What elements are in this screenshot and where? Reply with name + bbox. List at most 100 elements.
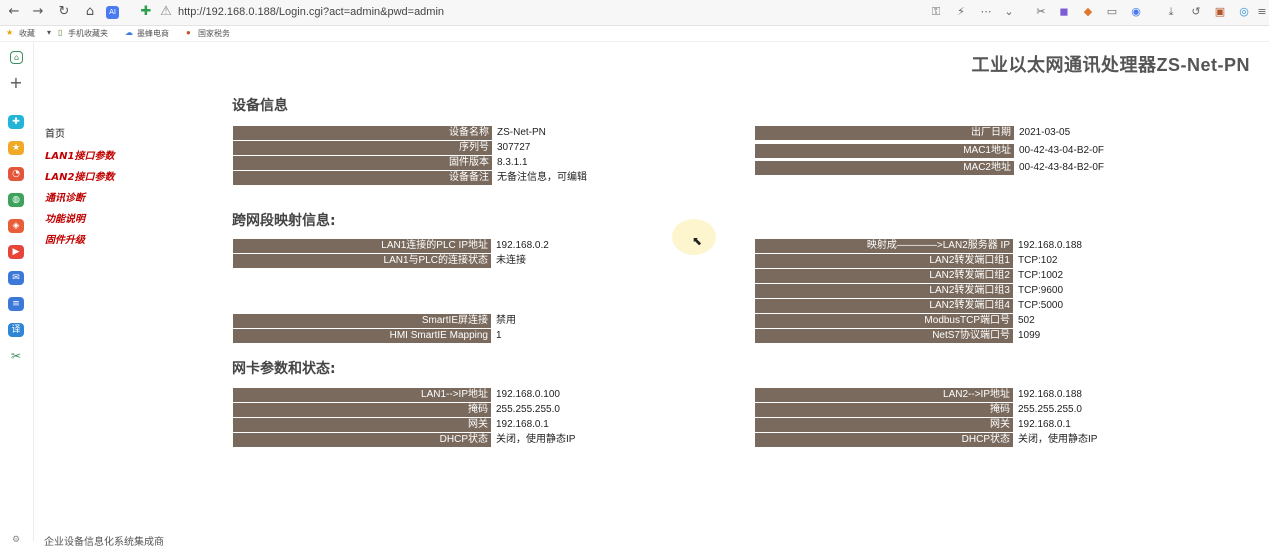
info-value: 192.168.0.188 bbox=[1018, 389, 1082, 400]
info-label: 设备名称 bbox=[233, 126, 492, 140]
favorites-icon[interactable]: ★ bbox=[8, 141, 24, 155]
bookmarks-bar: ★ 收藏 ▾ ▯ 手机收藏夹 ☁ 墨蜂电商 ● 国家税务 bbox=[0, 26, 1269, 42]
info-label: LAN1连接的PLC IP地址 bbox=[233, 239, 491, 253]
wechat-icon[interactable]: ◍ bbox=[8, 193, 24, 207]
menu-diagnostics[interactable]: 通讯诊断 bbox=[45, 189, 85, 204]
download-icon[interactable]: ⤓ bbox=[1165, 6, 1177, 18]
menu-lan2-params[interactable]: LAN2接口参数 bbox=[45, 168, 114, 183]
info-label: 掩码 bbox=[755, 403, 1013, 417]
address-bar[interactable]: http://192.168.0.188/Login.cgi?act=admin… bbox=[178, 6, 444, 18]
more-icon[interactable]: ⋯ bbox=[980, 6, 992, 18]
info-label: MAC2地址 bbox=[755, 161, 1014, 175]
ai-icon[interactable]: AI bbox=[106, 6, 119, 19]
home-icon[interactable]: ⌂ bbox=[82, 4, 98, 20]
back-icon[interactable]: ← bbox=[6, 4, 22, 20]
section-title-device: 设备信息 bbox=[232, 98, 288, 114]
info-value: TCP:102 bbox=[1018, 255, 1058, 266]
briefcase-icon[interactable]: ▣ bbox=[1214, 6, 1226, 18]
info-value: 00-42-43-04-B2-0F bbox=[1019, 145, 1105, 156]
info-label: LAN1-->IP地址 bbox=[233, 388, 491, 402]
info-value: 192.168.0.2 bbox=[496, 240, 549, 251]
chart-icon[interactable]: ◔ bbox=[8, 167, 24, 181]
info-label: LAN1与PLC的连接状态 bbox=[233, 254, 491, 268]
scissors-icon[interactable]: ✂ bbox=[8, 349, 24, 363]
chevron-down-icon[interactable]: ⌄ bbox=[1003, 6, 1015, 18]
cloud-icon: ☁ bbox=[125, 28, 133, 37]
menu-firmware[interactable]: 固件升级 bbox=[45, 231, 85, 246]
shopping-icon[interactable]: ◈ bbox=[8, 219, 24, 233]
forward-icon[interactable]: → bbox=[30, 4, 46, 20]
notes-icon[interactable]: ≡ bbox=[8, 297, 24, 311]
info-label: 固件版本 bbox=[233, 156, 492, 170]
shield-icon[interactable]: ✚ bbox=[138, 4, 154, 20]
info-value[interactable]: 无备注信息，可编辑 bbox=[497, 171, 587, 185]
star-icon: ★ bbox=[6, 28, 14, 37]
chevron-down-icon[interactable]: ▾ bbox=[47, 28, 51, 37]
info-value: 192.168.0.1 bbox=[1018, 419, 1071, 430]
info-value: 关闭，使用静态IP bbox=[1018, 434, 1098, 445]
bookmark-shop[interactable]: 墨蜂电商 bbox=[137, 28, 169, 39]
edge-icon[interactable]: ◎ bbox=[1238, 6, 1250, 18]
info-label: LAN2-->IP地址 bbox=[755, 388, 1013, 402]
reload-icon[interactable]: ↻ bbox=[56, 4, 72, 20]
info-label: LAN2转发端口组1 bbox=[755, 254, 1013, 268]
info-value: 禁用 bbox=[496, 315, 516, 326]
info-label: ModbusTCP端口号 bbox=[755, 314, 1013, 328]
bookmark-mobile[interactable]: 手机收藏夹 bbox=[68, 28, 108, 39]
info-label: DHCP状态 bbox=[755, 433, 1013, 447]
browser-toolbar: ← → ↻ ⌂ AI ✚ ⚠ http://192.168.0.188/Logi… bbox=[0, 0, 1269, 26]
info-value: 2021-03-05 bbox=[1019, 127, 1071, 138]
menu-lan1-params[interactable]: LAN1接口参数 bbox=[45, 147, 114, 162]
video-icon[interactable]: ▶ bbox=[8, 245, 24, 259]
undo-icon[interactable]: ↺ bbox=[1190, 6, 1202, 18]
info-value: 192.168.0.100 bbox=[496, 389, 560, 400]
menu-help[interactable]: 功能说明 bbox=[45, 210, 85, 225]
info-label: 设备备注 bbox=[233, 171, 492, 185]
info-value: 00-42-43-84-B2-0F bbox=[1019, 162, 1105, 173]
mail-icon[interactable]: ✉ bbox=[8, 271, 24, 285]
info-label: LAN2转发端口组4 bbox=[755, 299, 1013, 313]
info-value: 未连接 bbox=[496, 255, 526, 266]
fox-icon[interactable]: ◆ bbox=[1082, 6, 1094, 18]
section-title-mapping: 跨网段映射信息: bbox=[232, 213, 336, 229]
section-title-nic: 网卡参数和状态: bbox=[232, 361, 336, 377]
plus-icon[interactable]: + bbox=[8, 75, 24, 91]
info-value: 192.168.0.1 bbox=[496, 419, 549, 430]
info-label: 掩码 bbox=[233, 403, 491, 417]
phone-icon: ▯ bbox=[58, 28, 63, 37]
info-value: 关闭，使用静态IP bbox=[496, 434, 576, 445]
scissors-icon[interactable]: ✂ bbox=[1035, 6, 1047, 18]
window-icon[interactable]: ▭ bbox=[1106, 6, 1118, 18]
info-value: ZS-Net-PN bbox=[497, 127, 546, 138]
tax-icon: ● bbox=[186, 28, 191, 37]
info-label: 网关 bbox=[233, 418, 491, 432]
extension-icon[interactable]: ◼ bbox=[1058, 6, 1070, 18]
info-value: 307727 bbox=[497, 142, 531, 153]
bookmark-tax[interactable]: 国家税务 bbox=[198, 28, 230, 39]
info-value: 192.168.0.188 bbox=[1018, 240, 1082, 251]
key-icon[interactable]: ⚿ bbox=[930, 6, 942, 18]
info-label: 出厂日期 bbox=[755, 126, 1014, 140]
info-value: TCP:9600 bbox=[1018, 285, 1064, 296]
info-label: SmartIE屏连接 bbox=[233, 314, 491, 328]
info-label: LAN2转发端口组2 bbox=[755, 269, 1013, 283]
info-label: LAN2转发端口组3 bbox=[755, 284, 1013, 298]
browser-sidebar: ⌂ + ✚ ★ ◔ ◍ ◈ ▶ ✉ ≡ 译 ✂ ⚙ bbox=[0, 42, 34, 545]
info-value: 1 bbox=[496, 330, 502, 341]
info-value: 1099 bbox=[1018, 330, 1041, 341]
info-value: 8.3.1.1 bbox=[497, 157, 528, 168]
home-icon[interactable]: ⌂ bbox=[10, 51, 23, 64]
settings-icon[interactable]: ⚙ bbox=[8, 533, 24, 547]
flash-icon[interactable]: ⚡ bbox=[955, 6, 967, 18]
settings-icon[interactable]: ≡ bbox=[1256, 6, 1268, 18]
capture-icon[interactable]: ◉ bbox=[1130, 6, 1142, 18]
info-label: DHCP状态 bbox=[233, 433, 491, 447]
mouse-cursor-icon: ⬉ bbox=[692, 234, 703, 248]
site-info-icon[interactable]: ⚠ bbox=[158, 4, 174, 20]
info-label: 映射成————>LAN2服务器 IP bbox=[755, 239, 1013, 253]
info-label: HMI SmartIE Mapping bbox=[233, 329, 491, 343]
translate-icon[interactable]: 译 bbox=[8, 323, 24, 337]
app-icon[interactable]: ✚ bbox=[8, 115, 24, 129]
menu-home[interactable]: 首页 bbox=[45, 125, 65, 140]
bookmark-favorites[interactable]: 收藏 bbox=[19, 28, 35, 39]
